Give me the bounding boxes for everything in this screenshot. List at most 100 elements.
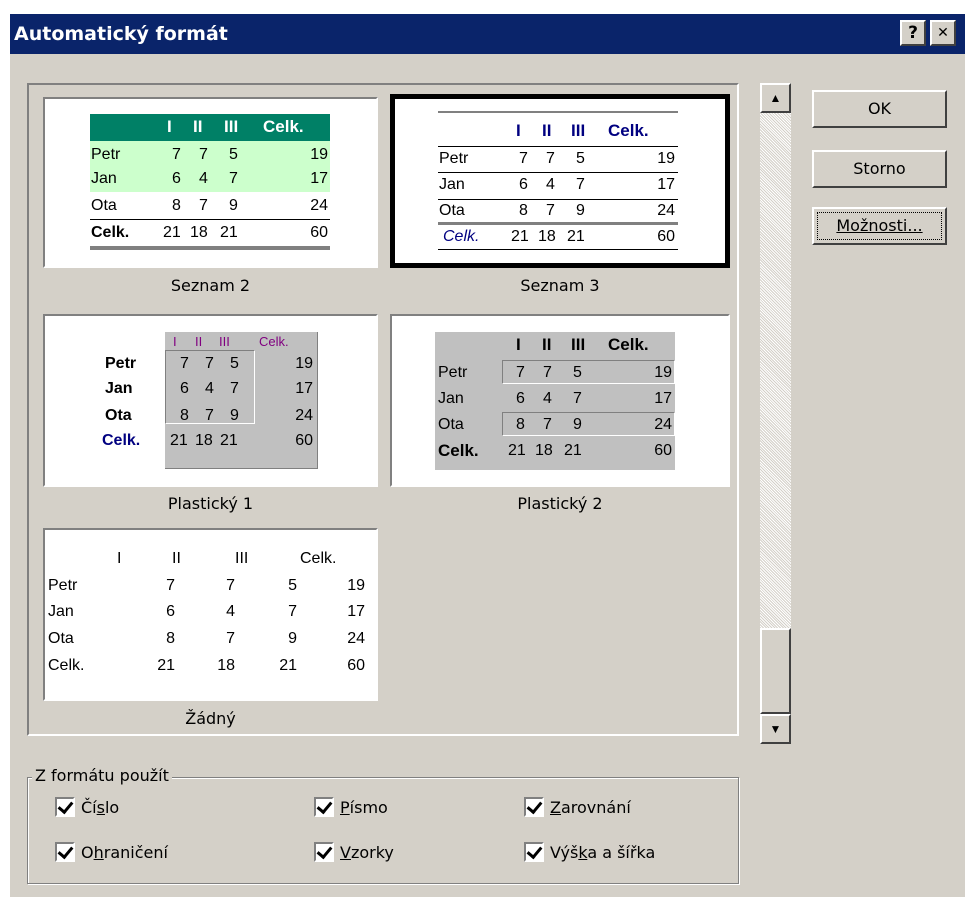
format-thumb-plasticky-2[interactable]: I II III Celk. Petr 7 7 5 19 Jan 6 4 7 1… <box>390 314 730 487</box>
check-icon <box>314 842 334 862</box>
opt-text: raničení <box>103 843 168 862</box>
opt-text: Výš <box>550 843 579 862</box>
help-button[interactable]: ? <box>900 20 926 46</box>
cell: 7 <box>205 355 214 372</box>
format-list-scrollbar[interactable]: ▲ ▼ <box>760 83 791 744</box>
options-button[interactable]: Možnosti... <box>812 207 947 245</box>
scroll-up-button[interactable]: ▲ <box>760 83 791 113</box>
cell: Jan <box>91 170 117 187</box>
cell: 7 <box>172 146 181 163</box>
cell: 21 <box>157 657 175 674</box>
checkbox-pismo[interactable]: Písmo <box>314 797 388 819</box>
opt-text: lo <box>104 798 120 817</box>
rule <box>438 249 678 250</box>
cell: 7 <box>546 150 555 167</box>
cell: Petr <box>105 355 137 372</box>
cell: 7 <box>226 630 235 647</box>
cell: Ota <box>438 416 464 433</box>
cell: Ota <box>105 407 132 424</box>
cell: 19 <box>654 364 672 381</box>
cell: 4 <box>199 170 208 187</box>
close-button[interactable]: ✕ <box>930 20 956 46</box>
format-thumb-seznam-2[interactable]: I II III Celk. Petr 7 7 5 19 Jan 6 4 7 1… <box>43 97 378 268</box>
row-band <box>90 141 330 192</box>
cell: 17 <box>347 603 365 620</box>
cell: 21 <box>220 432 238 449</box>
cell: 24 <box>295 407 313 424</box>
cell: Celk. <box>91 224 130 241</box>
cell: II <box>542 335 552 354</box>
scroll-down-button[interactable]: ▼ <box>760 714 791 744</box>
cell: 21 <box>163 224 181 241</box>
scrollbar-thumb[interactable] <box>760 628 791 714</box>
opt-text: arovnání <box>560 798 631 817</box>
check-icon <box>55 842 75 862</box>
cell: 6 <box>172 170 181 187</box>
check-icon <box>55 797 75 817</box>
cell: Petr <box>91 146 121 163</box>
cell: Petr <box>438 364 468 381</box>
cell: 6 <box>516 390 525 407</box>
cell: 5 <box>576 150 585 167</box>
cell: 19 <box>310 146 328 163</box>
checkbox-vyska-a-sirka[interactable]: Výška a šířka <box>524 842 655 864</box>
cell: 18 <box>538 228 556 245</box>
cell: III <box>571 121 586 140</box>
checkbox-zarovnani[interactable]: Zarovnání <box>524 797 631 819</box>
cell: 7 <box>573 390 582 407</box>
opt-text: ísmo <box>349 798 388 817</box>
cell: II <box>542 121 552 140</box>
top-rule <box>438 111 678 113</box>
autoformat-dialog: Automatický formát ? ✕ I II III Celk. Pe… <box>10 14 965 897</box>
cell: 60 <box>310 224 328 241</box>
cell: 21 <box>564 442 582 459</box>
checkbox-cislo[interactable]: Číslo <box>55 797 119 819</box>
cell: 6 <box>166 603 175 620</box>
cell: 19 <box>295 355 313 372</box>
cell: 4 <box>543 390 552 407</box>
cell: 9 <box>288 630 297 647</box>
cell: 24 <box>347 630 365 647</box>
cell: 7 <box>229 170 238 187</box>
ok-button[interactable]: OK <box>812 90 947 128</box>
cell: Celk. <box>443 228 480 245</box>
cancel-button[interactable]: Storno <box>812 150 947 188</box>
cell: 7 <box>199 146 208 163</box>
check-icon <box>314 797 334 817</box>
cell: II <box>172 550 181 567</box>
cell: 60 <box>347 657 365 674</box>
cell: 7 <box>205 407 214 424</box>
cell: 17 <box>310 170 328 187</box>
format-label-zadny: Žádný <box>185 709 236 728</box>
format-thumb-seznam-3[interactable]: I II III Celk. Petr 7 7 5 19 Jan 6 4 7 1… <box>390 94 730 268</box>
cell: Ota <box>91 197 117 214</box>
cell: 9 <box>230 407 239 424</box>
checkbox-vzorky[interactable]: Vzorky <box>314 842 394 864</box>
cell: 7 <box>516 364 525 381</box>
cell: I <box>516 335 521 354</box>
check-icon <box>524 797 544 817</box>
cell: 7 <box>199 197 208 214</box>
opt-text: O <box>81 843 94 862</box>
title-bar: Automatický formát ? ✕ <box>10 14 965 54</box>
cell: 5 <box>230 355 239 372</box>
cell: Petr <box>439 150 469 167</box>
format-thumb-plasticky-1[interactable]: I II III Celk. Petr 7 7 5 19 Jan 6 4 7 1… <box>43 314 378 487</box>
opt-key: h <box>93 843 104 862</box>
cell: Celk. <box>48 657 85 674</box>
cell: 19 <box>657 150 675 167</box>
dialog-title: Automatický formát <box>14 23 228 45</box>
format-thumb-zadny[interactable]: I II III Celk. Petr 7 7 5 19 Jan 6 4 7 1… <box>43 528 378 701</box>
cell: Celk. <box>259 334 289 349</box>
cell: 60 <box>295 432 313 449</box>
cell: 19 <box>347 577 365 594</box>
cell: III <box>235 550 249 567</box>
cell: 17 <box>654 390 672 407</box>
cell: 8 <box>166 630 175 647</box>
cell: Celk. <box>608 335 649 354</box>
checkbox-ohraniceni[interactable]: Ohraničení <box>55 842 168 864</box>
cell: 18 <box>535 442 553 459</box>
cell: 24 <box>310 197 328 214</box>
cell: 7 <box>230 380 239 397</box>
cell: 7 <box>519 150 528 167</box>
